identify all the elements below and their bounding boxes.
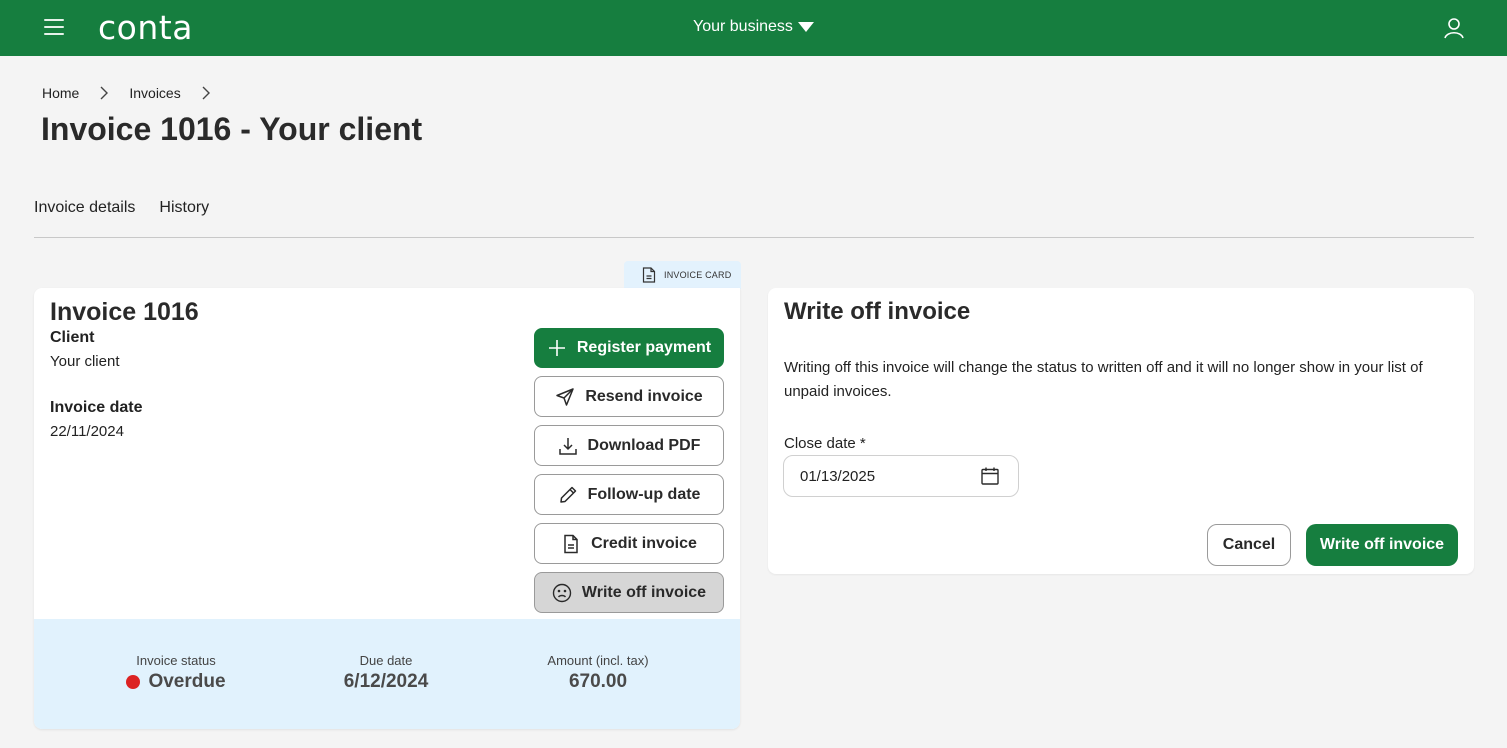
invoice-actions: Register payment Resend invoice Download… <box>534 328 724 613</box>
user-icon[interactable] <box>1442 16 1466 40</box>
breadcrumb-home[interactable]: Home <box>42 85 79 101</box>
caret-down-icon <box>797 22 814 32</box>
follow-up-date-label: Follow-up date <box>587 485 701 503</box>
invoice-title: Invoice 1016 <box>50 298 199 326</box>
due-date-label: Due date <box>359 653 413 668</box>
business-selector[interactable]: Your business <box>693 18 814 36</box>
conta-logo[interactable]: conta <box>98 8 193 47</box>
hamburger-icon[interactable] <box>44 19 64 36</box>
invoice-card-tag: INVOICE CARD <box>624 261 741 289</box>
write-off-invoice-action-label: Write off invoice <box>581 583 707 601</box>
resend-invoice-button[interactable]: Resend invoice <box>534 376 724 417</box>
chevron-right-icon <box>79 86 129 100</box>
close-date-value: 01/13/2025 <box>800 467 876 485</box>
due-date-value: 6/12/2024 <box>343 671 429 692</box>
register-payment-button[interactable]: Register payment <box>534 328 724 368</box>
document-icon <box>564 534 578 553</box>
download-pdf-label: Download PDF <box>587 436 701 454</box>
tab-invoice-details[interactable]: Invoice details <box>34 199 135 217</box>
write-off-description: Writing off this invoice will change the… <box>784 359 1423 400</box>
document-icon <box>642 267 656 283</box>
pencil-icon <box>559 486 576 503</box>
invoice-card-tag-label: INVOICE CARD <box>664 270 732 280</box>
tab-history[interactable]: History <box>159 199 209 217</box>
amount-value: 670.00 <box>568 671 628 692</box>
invoice-status: Invoice status Overdue <box>126 653 226 693</box>
amount-label: Amount (incl. tax) <box>547 653 649 668</box>
invoice-date-label: Invoice date <box>50 399 143 416</box>
due-date: Due date 6/12/2024 <box>326 653 446 693</box>
amount: Amount (incl. tax) 670.00 <box>528 653 668 693</box>
chevron-right-icon <box>181 86 231 100</box>
credit-invoice-button[interactable]: Credit invoice <box>534 523 724 564</box>
calendar-icon[interactable] <box>980 466 1000 486</box>
invoice-summary: Invoice status Overdue Due date 6/12/202… <box>34 619 740 729</box>
invoice-date-value: 22/11/2024 <box>50 423 124 440</box>
credit-invoice-label: Credit invoice <box>591 534 697 552</box>
send-icon <box>556 387 575 406</box>
download-pdf-button[interactable]: Download PDF <box>534 425 724 466</box>
business-label: Your business <box>693 18 793 35</box>
close-date-label: Close date * <box>784 435 866 452</box>
tabs: Invoice details History <box>34 199 209 217</box>
invoice-status-label: Invoice status <box>136 653 216 668</box>
follow-up-date-button[interactable]: Follow-up date <box>534 474 724 515</box>
cancel-button[interactable]: Cancel <box>1207 524 1291 566</box>
breadcrumb-invoices[interactable]: Invoices <box>129 85 180 101</box>
download-icon <box>558 437 577 455</box>
breadcrumb: Home Invoices <box>42 85 231 101</box>
write-off-panel: Write off invoice Writing off this invoi… <box>768 288 1474 574</box>
register-payment-label: Register payment <box>576 339 712 356</box>
top-bar: conta Your business <box>0 0 1507 56</box>
write-off-title: Write off invoice <box>784 298 971 325</box>
status-dot-icon <box>126 675 141 689</box>
client-value: Your client <box>50 353 120 370</box>
tabs-divider <box>34 237 1474 238</box>
page-title: Invoice 1016 - Your client <box>41 111 423 147</box>
plus-icon <box>548 340 565 356</box>
client-label: Client <box>50 329 95 346</box>
write-off-invoice-action-button[interactable]: Write off invoice <box>534 572 724 613</box>
resend-invoice-label: Resend invoice <box>585 387 703 405</box>
invoice-card: Invoice 1016 Client Your client Invoice … <box>34 288 740 729</box>
sad-face-icon <box>552 583 572 602</box>
write-off-submit-button[interactable]: Write off invoice <box>1306 524 1458 566</box>
close-date-input[interactable]: 01/13/2025 <box>783 455 1019 497</box>
invoice-status-value: Overdue <box>148 671 226 692</box>
